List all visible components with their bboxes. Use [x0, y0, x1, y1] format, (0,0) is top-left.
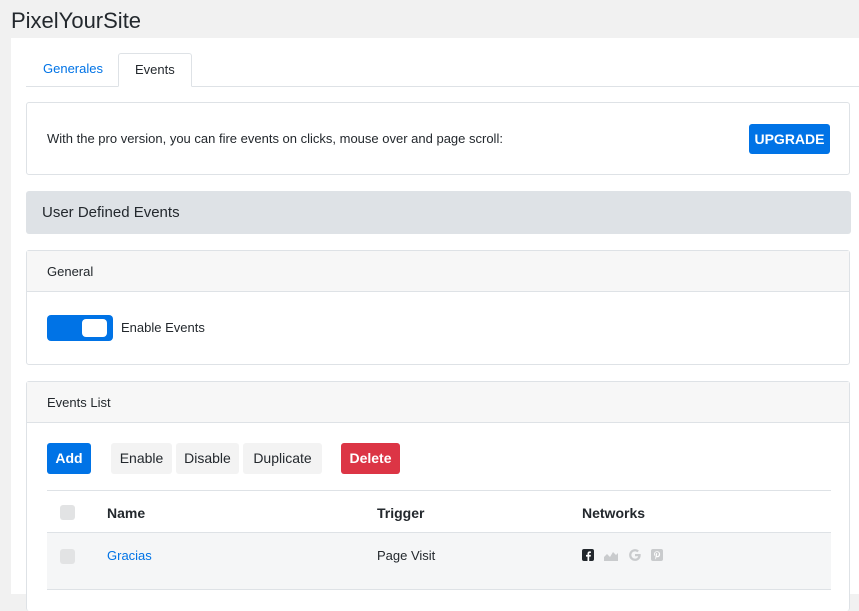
table-row: Gracias Page Visit — [47, 533, 831, 590]
upgrade-button[interactable]: UPGRADE — [749, 124, 830, 154]
row-checkbox[interactable] — [60, 549, 75, 564]
select-all-checkbox[interactable] — [60, 505, 75, 520]
enable-events-toggle[interactable] — [47, 315, 113, 341]
events-list-card: Events List Add Enable Disable Duplicate… — [26, 381, 850, 611]
networks-icons — [582, 549, 669, 561]
general-card: General Enable Events — [26, 250, 850, 365]
tab-bar: Generales Events — [26, 53, 859, 87]
pro-banner: With the pro version, you can fire event… — [26, 102, 850, 175]
toggle-knob — [82, 319, 107, 337]
column-header-trigger: Trigger — [377, 505, 425, 521]
event-name-link[interactable]: Gracias — [107, 548, 152, 563]
enable-button[interactable]: Enable — [111, 443, 172, 474]
event-trigger: Page Visit — [377, 548, 436, 563]
analytics-icon — [604, 552, 619, 561]
page-title: PixelYourSite — [11, 8, 142, 33]
facebook-icon — [582, 549, 594, 561]
events-list-title: Events List — [47, 395, 111, 410]
delete-button[interactable]: Delete — [341, 443, 400, 474]
add-button[interactable]: Add — [47, 443, 91, 474]
enable-events-label: Enable Events — [121, 320, 205, 335]
tab-generales[interactable]: Generales — [27, 53, 119, 85]
pinterest-icon — [651, 549, 664, 561]
section-title: User Defined Events — [42, 204, 180, 221]
tab-events[interactable]: Events — [118, 53, 192, 87]
column-header-name[interactable]: Name — [107, 505, 145, 521]
table-header-row: Name Trigger Networks — [47, 490, 831, 533]
section-header: User Defined Events — [26, 191, 851, 234]
duplicate-button[interactable]: Duplicate — [243, 443, 322, 474]
pro-banner-text: With the pro version, you can fire event… — [47, 131, 503, 146]
events-list-header: Events List — [27, 382, 849, 423]
column-header-networks: Networks — [582, 505, 646, 521]
general-card-header: General — [27, 251, 849, 292]
disable-button[interactable]: Disable — [176, 443, 239, 474]
general-card-title: General — [47, 264, 94, 279]
main-panel: Generales Events With the pro version, y… — [11, 38, 859, 611]
google-icon — [629, 549, 641, 561]
